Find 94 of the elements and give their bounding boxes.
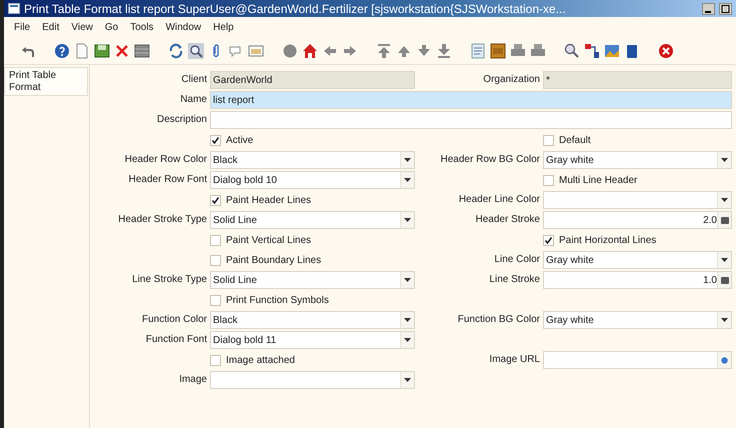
print-preview-icon[interactable] [510, 42, 526, 58]
tab[interactable]: Print Table Format [4, 67, 88, 96]
field-label: Header Line Color [458, 193, 540, 207]
workflow-icon[interactable] [584, 42, 600, 58]
dropdown-field[interactable] [543, 191, 732, 209]
field-label: Header Stroke [474, 213, 540, 227]
field-label: Function Font [144, 333, 207, 347]
refresh-icon[interactable] [168, 42, 184, 58]
field-label: Function Color [140, 313, 207, 327]
dropdown-arrow-icon[interactable] [404, 158, 411, 162]
url-field[interactable] [543, 351, 732, 369]
home-icon[interactable] [302, 42, 318, 58]
checkbox[interactable] [210, 234, 221, 246]
field-label: Header Row BG Color [440, 153, 540, 167]
number-field[interactable]: 2.0 [543, 211, 732, 229]
dropdown-field[interactable] [210, 371, 415, 389]
menu-item[interactable]: Window [160, 20, 208, 34]
last-record-icon[interactable] [436, 42, 452, 58]
checkbox[interactable] [543, 134, 554, 146]
number-field[interactable]: 1.0 [543, 271, 732, 289]
field-label: Line Stroke Type [131, 273, 207, 287]
menu-item[interactable]: File [8, 20, 36, 34]
checkbox[interactable] [543, 234, 554, 246]
dropdown-arrow-icon[interactable] [404, 178, 411, 182]
dropdown-arrow-icon[interactable] [404, 318, 411, 322]
minimize-button[interactable] [702, 2, 715, 14]
dropdown-field[interactable]: Dialog bold 11 [210, 331, 415, 349]
delete-icon[interactable] [114, 42, 130, 58]
dropdown-field[interactable]: Gray white [543, 151, 732, 169]
dropdown-field[interactable]: Gray white [543, 311, 732, 329]
down-arrow-icon[interactable] [416, 42, 432, 58]
field-label: Header Row Color [124, 153, 207, 167]
save-icon[interactable] [94, 42, 110, 58]
dropdown-arrow-icon[interactable] [721, 158, 728, 162]
field-label: Client [180, 73, 207, 87]
new-document-icon[interactable] [74, 42, 90, 58]
dropdown-field[interactable]: Black [210, 311, 415, 329]
checkbox[interactable] [210, 354, 221, 366]
field-label: Line Color [493, 253, 540, 267]
checkbox-label: Default [559, 134, 591, 148]
zoom-icon[interactable] [564, 42, 580, 58]
dropdown-arrow-icon[interactable] [721, 318, 728, 322]
maximize-button[interactable] [719, 2, 732, 14]
text-field[interactable]: list report [210, 91, 732, 109]
field-label: Header Stroke Type [117, 213, 207, 227]
field-label: Header Row Font [128, 173, 207, 187]
dropdown-field[interactable]: Gray white [543, 251, 732, 269]
first-record-icon[interactable] [376, 42, 392, 58]
dropdown-arrow-icon[interactable] [404, 378, 411, 382]
checkbox-label: Multi Line Header [559, 174, 638, 188]
checkbox[interactable] [210, 194, 221, 206]
field-label: Line Stroke [488, 273, 540, 287]
dropdown-arrow-icon[interactable] [721, 258, 728, 262]
field-label: Function BG Color [456, 313, 540, 327]
dropdown-field[interactable]: Dialog bold 10 [210, 171, 415, 189]
checkbox-label: Paint Boundary Lines [226, 254, 322, 268]
field-label: Image URL [488, 353, 540, 367]
image-icon[interactable] [604, 42, 620, 58]
menu-item[interactable]: Go [98, 20, 124, 34]
field-label: Image [178, 373, 207, 387]
field-label: Name [179, 93, 207, 107]
dropdown-arrow-icon[interactable] [404, 218, 411, 222]
menu-item[interactable]: Help [207, 20, 240, 34]
close-icon[interactable] [658, 42, 674, 58]
checkbox-label: Paint Horizontal Lines [559, 234, 656, 248]
menu-item[interactable]: Edit [36, 20, 66, 34]
dropdown-arrow-icon[interactable] [404, 338, 411, 342]
printer-icon[interactable] [530, 42, 546, 58]
checkbox[interactable] [210, 134, 221, 146]
text-field[interactable] [210, 111, 732, 129]
dropdown-arrow-icon[interactable] [721, 198, 728, 202]
menu-item[interactable]: Tools [124, 20, 160, 34]
field-label: Description [156, 113, 207, 127]
dropdown-field[interactable]: Black [210, 151, 415, 169]
report-icon[interactable] [470, 42, 486, 58]
search-icon[interactable] [188, 42, 204, 58]
checkbox-label: Active [226, 134, 254, 148]
field-label: Organization [482, 73, 540, 87]
maximize-icon [720, 4, 731, 14]
checkbox[interactable] [543, 174, 554, 186]
window-title: Print Table Format list report SuperUser@GardenWorld.Fertilizer [sjsworkstation{SJSWorkstation-xe... [24, 0, 567, 17]
checkbox-label: Paint Header Lines [226, 194, 312, 208]
checkbox[interactable] [210, 254, 221, 266]
checkbox-label: Paint Vertical Lines [226, 234, 312, 248]
minimize-icon [705, 10, 711, 12]
menu-item[interactable]: View [65, 20, 99, 34]
window-icon [8, 3, 20, 14]
dropdown-field[interactable]: Solid Line [210, 271, 415, 289]
checkbox-label: Image attached [226, 354, 295, 368]
checkbox[interactable] [210, 294, 221, 306]
dropdown-field[interactable]: Solid Line [210, 211, 415, 229]
help-icon[interactable] [54, 42, 70, 58]
dropdown-arrow-icon[interactable] [404, 278, 411, 282]
checkbox-label: Print Function Symbols [226, 294, 329, 308]
